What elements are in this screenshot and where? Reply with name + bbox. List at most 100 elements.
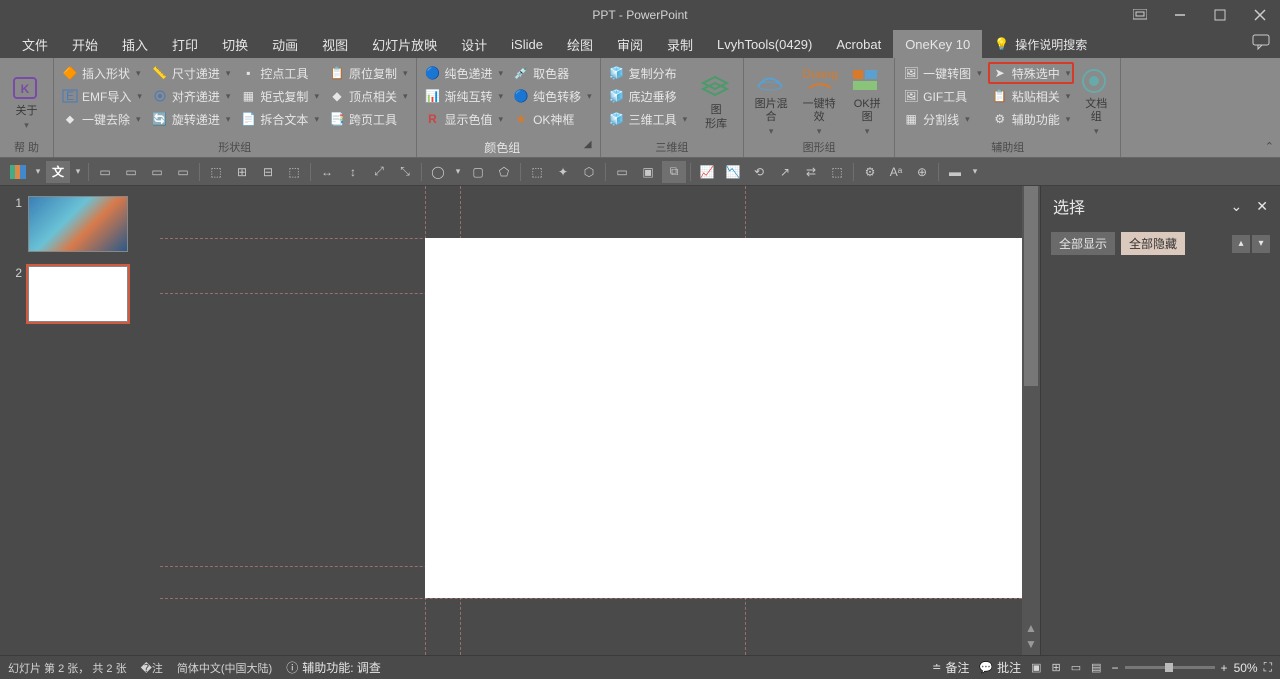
qat-btn-16[interactable]: ⬚ xyxy=(525,161,549,183)
3d-tools-button[interactable]: 🧊三维工具▾ xyxy=(605,108,692,130)
thumbnail-2[interactable]: 2 xyxy=(8,266,152,322)
ok-frame-button[interactable]: ★OK神框 xyxy=(509,108,596,130)
tab-home[interactable]: 开始 xyxy=(60,30,110,58)
qat-btn-29[interactable]: Aᵃ xyxy=(884,161,908,183)
qat-dd4[interactable]: ▾ xyxy=(969,161,981,183)
qat-btn-3[interactable]: ▭ xyxy=(145,161,169,183)
tab-lvyhtools[interactable]: LvyhTools(0429) xyxy=(705,30,824,58)
pane-close-icon[interactable]: ✕ xyxy=(1256,198,1268,215)
inplace-copy-button[interactable]: 📋原位复制▾ xyxy=(325,62,412,84)
tab-review[interactable]: 审阅 xyxy=(605,30,655,58)
to-image-button[interactable]: 🖼一键转图▾ xyxy=(899,62,986,84)
about-button[interactable]: K 关于 ▾ xyxy=(4,60,49,139)
tab-onekey10[interactable]: OneKey 10 xyxy=(893,30,982,58)
spellcheck-icon[interactable]: �注 xyxy=(141,660,163,676)
qat-btn-25[interactable]: ↗ xyxy=(773,161,797,183)
qat-btn-2[interactable]: ▭ xyxy=(119,161,143,183)
qat-dd1[interactable]: ▾ xyxy=(32,161,44,183)
qat-btn-21[interactable]: ⧉ xyxy=(662,161,686,183)
qat-btn-4[interactable]: ▭ xyxy=(171,161,195,183)
thumbnail-1[interactable]: 1 xyxy=(8,196,152,252)
tab-design[interactable]: 设计 xyxy=(449,30,499,58)
qat-btn-14[interactable]: ▢ xyxy=(466,161,490,183)
close-icon[interactable] xyxy=(1240,0,1280,30)
qat-btn-8[interactable]: ⬚ xyxy=(282,161,306,183)
slide-editor[interactable] xyxy=(425,238,1022,598)
aux-func-button[interactable]: ⚙辅助功能▾ xyxy=(988,108,1075,130)
tab-slideshow[interactable]: 幻灯片放映 xyxy=(360,30,449,58)
tab-draw[interactable]: 绘图 xyxy=(555,30,605,58)
color-transfer-button[interactable]: 🔵纯色转移▾ xyxy=(509,85,596,107)
bottom-shift-button[interactable]: 🧊底边垂移 xyxy=(605,85,692,107)
pane-collapse-icon[interactable]: ⌄ xyxy=(1231,198,1243,215)
insert-shape-button[interactable]: 🔶插入形状▾ xyxy=(58,62,146,84)
copy-dist-button[interactable]: 🧊复制分布 xyxy=(605,62,692,84)
gradient-swap-button[interactable]: 📊渐纯互转▾ xyxy=(421,85,508,107)
qat-btn-23[interactable]: 📉 xyxy=(721,161,745,183)
eyedropper-button[interactable]: 💉取色器 xyxy=(509,62,596,84)
cross-page-button[interactable]: 📑跨页工具 xyxy=(325,108,412,130)
scroll-up-icon[interactable]: ▲ xyxy=(1022,621,1040,635)
qat-btn-20[interactable]: ▣ xyxy=(636,161,660,183)
qat-btn-9[interactable]: ↔ xyxy=(315,161,339,183)
size-progress-button[interactable]: 📏尺寸递进▾ xyxy=(148,62,235,84)
collapse-ribbon-icon[interactable]: ⌃ xyxy=(1265,140,1274,153)
qat-dd2[interactable]: ▾ xyxy=(72,161,84,183)
qat-btn-7[interactable]: ⊟ xyxy=(256,161,280,183)
qat-btn-17[interactable]: ✦ xyxy=(551,161,575,183)
fit-window-icon[interactable]: ⛶ xyxy=(1264,660,1272,675)
move-down-icon[interactable]: ▾ xyxy=(1252,235,1270,253)
qat-btn-11[interactable]: ⤢ xyxy=(367,161,391,183)
zoom-out-icon[interactable]: − xyxy=(1112,661,1119,675)
ok-collage-button[interactable]: OK拼 图▾ xyxy=(844,60,890,139)
zoom-in-icon[interactable]: + xyxy=(1221,661,1228,675)
gif-tool-button[interactable]: 🖼GIF工具 xyxy=(899,85,986,107)
tab-acrobat[interactable]: Acrobat xyxy=(824,30,893,58)
scrollbar-thumb[interactable] xyxy=(1024,186,1038,386)
maximize-icon[interactable] xyxy=(1200,0,1240,30)
show-all-button[interactable]: 全部显示 xyxy=(1051,232,1115,255)
slideshow-view-icon[interactable]: ▤ xyxy=(1091,661,1101,674)
zoom-value[interactable]: 50% xyxy=(1234,661,1258,675)
remove-button[interactable]: ⬥一键去除▾ xyxy=(58,108,146,130)
qat-btn-24[interactable]: ⟲ xyxy=(747,161,771,183)
paste-related-button[interactable]: 📋粘贴相关▾ xyxy=(988,85,1075,107)
image-blend-button[interactable]: 图片混 合▾ xyxy=(748,60,794,139)
ribbon-display-icon[interactable] xyxy=(1120,0,1160,30)
comments-icon[interactable] xyxy=(1252,34,1270,50)
align-progress-button[interactable]: 对齐递进▾ xyxy=(148,85,235,107)
qat-btn-10[interactable]: ↕ xyxy=(341,161,365,183)
reading-view-icon[interactable]: ▭ xyxy=(1071,661,1081,674)
solid-progress-button[interactable]: 🔵纯色递进▾ xyxy=(421,62,508,84)
dialog-launcher-icon[interactable]: ◢ xyxy=(584,139,596,157)
tab-animation[interactable]: 动画 xyxy=(260,30,310,58)
qat-btn-30[interactable]: ⊕ xyxy=(910,161,934,183)
special-select-button[interactable]: ➤特殊选中▾ xyxy=(988,62,1075,84)
slide-canvas[interactable] xyxy=(160,186,1022,655)
shape-library-button[interactable]: 图 形库 xyxy=(693,60,739,139)
divider-button[interactable]: ▦分割线▾ xyxy=(899,108,986,130)
emf-import-button[interactable]: EEMF导入▾ xyxy=(58,85,146,107)
hide-all-button[interactable]: 全部隐藏 xyxy=(1121,232,1185,255)
split-text-button[interactable]: 📄拆合文本▾ xyxy=(236,108,323,130)
tab-view[interactable]: 视图 xyxy=(310,30,360,58)
scroll-down-icon[interactable]: ▼ xyxy=(1022,637,1040,651)
sorter-view-icon[interactable]: ⊞ xyxy=(1052,661,1061,674)
qat-btn-26[interactable]: ⇄ xyxy=(799,161,823,183)
matrix-copy-button[interactable]: ▦矩式复制▾ xyxy=(236,85,323,107)
minimize-icon[interactable] xyxy=(1160,0,1200,30)
qat-btn-28[interactable]: ⚙ xyxy=(858,161,882,183)
qat-btn-5[interactable]: ⬚ xyxy=(204,161,228,183)
zoom-slider[interactable] xyxy=(1125,666,1215,669)
qat-btn-31[interactable]: ▬ xyxy=(943,161,967,183)
qat-btn-13[interactable]: ◯ xyxy=(426,161,450,183)
one-click-fx-button[interactable]: Duang 一键特 效▾ xyxy=(796,60,842,139)
tell-me[interactable]: 💡 操作说明搜索 xyxy=(982,30,1099,58)
qat-btn-22[interactable]: 📈 xyxy=(695,161,719,183)
comments-button[interactable]: 💬 批注 xyxy=(979,659,1021,676)
qat-btn-19[interactable]: ▭ xyxy=(610,161,634,183)
accessibility-status[interactable]: ⓘ辅助功能: 调查 xyxy=(286,659,381,676)
tab-file[interactable]: 文件 xyxy=(10,30,60,58)
tab-insert[interactable]: 插入 xyxy=(110,30,160,58)
qat-btn-18[interactable]: ⬡ xyxy=(577,161,601,183)
